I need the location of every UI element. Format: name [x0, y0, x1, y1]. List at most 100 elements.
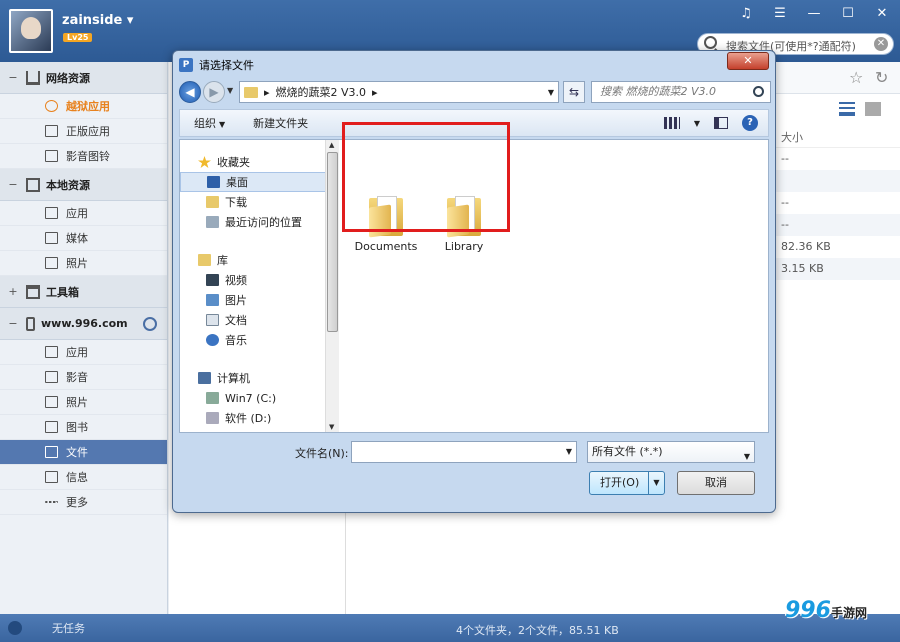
video-icon	[206, 274, 219, 286]
sidebar-item-device-files[interactable]: 文件	[0, 440, 167, 465]
help-icon[interactable]: ?	[742, 115, 758, 131]
watermark-logo: 996手游网	[785, 598, 867, 623]
file-size-list: -- -- -- 82.36 KB 3.15 KB	[776, 148, 900, 280]
computer-icon	[198, 372, 211, 384]
column-header-size[interactable]: 大小	[776, 128, 900, 148]
sidebar: − 网络资源 越狱应用 正版应用 影音图铃 − 本地资源 应用 媒体 照片 + …	[0, 62, 168, 614]
change-view-icon[interactable]	[663, 117, 680, 129]
address-dropdown-icon[interactable]: ▼	[548, 88, 554, 97]
sidebar-item-local-photos[interactable]: 照片	[0, 251, 167, 276]
dialog-search-input[interactable]: 搜索 燃烧的蔬菜2 V3.0	[591, 81, 771, 103]
tree-documents[interactable]: 文档	[180, 310, 332, 330]
filename-dropdown-icon[interactable]: ▼	[566, 447, 572, 456]
tree-scrollbar[interactable]: ▲ ▼	[325, 140, 339, 432]
music-icon[interactable]: ♫	[738, 6, 754, 21]
tree-drive-c[interactable]: Win7 (C:)	[180, 388, 332, 408]
clear-icon[interactable]: ✕	[874, 37, 888, 51]
star-icon[interactable]: ☆	[849, 68, 863, 87]
video-icon	[45, 232, 58, 244]
level-badge: Lv25	[63, 33, 93, 42]
sidebar-group-toolbox[interactable]: + 工具箱	[0, 276, 167, 308]
tree-favorites[interactable]: 收藏夹	[180, 152, 332, 172]
sidebar-item-device-apps[interactable]: 应用	[0, 340, 167, 365]
tree-libraries[interactable]: 库	[180, 250, 332, 270]
close-icon[interactable]: ✕	[874, 6, 890, 21]
photo-icon	[45, 396, 58, 408]
message-icon	[45, 471, 58, 483]
status-summary: 4个文件夹，2个文件，85.51 KB	[456, 624, 619, 637]
highlight-annotation	[342, 122, 510, 232]
preview-pane-icon[interactable]	[714, 117, 728, 129]
address-bar[interactable]: ▸ 燃烧的蔬菜2 V3.0 ▸ ▼	[239, 81, 559, 103]
tree-drive-d[interactable]: 软件 (D:)	[180, 408, 332, 428]
sidebar-item-device-media[interactable]: 影音	[0, 365, 167, 390]
sidebar-item-local-media[interactable]: 媒体	[0, 226, 167, 251]
refresh-icon[interactable]: ↻	[875, 68, 888, 87]
tree-music[interactable]: 音乐	[180, 330, 332, 350]
breadcrumb-folder[interactable]: 燃烧的蔬菜2 V3.0	[276, 84, 367, 100]
grid-view-icon[interactable]	[865, 102, 881, 116]
app-icon: P	[179, 58, 193, 72]
search-icon	[704, 36, 717, 49]
table-row[interactable]	[776, 170, 900, 192]
drive-icon	[206, 412, 219, 424]
view-dropdown-icon[interactable]: ▼	[694, 119, 700, 128]
sidebar-group-device[interactable]: − www.996.com	[0, 308, 167, 340]
tree-desktop[interactable]: 桌面	[180, 172, 332, 192]
download-icon	[8, 621, 22, 635]
table-row[interactable]: 3.15 KB	[776, 258, 900, 280]
scrollbar-thumb[interactable]	[327, 152, 338, 332]
sidebar-item-local-apps[interactable]: 应用	[0, 201, 167, 226]
sidebar-item-device-books[interactable]: 图书	[0, 415, 167, 440]
refresh-button[interactable]: ⇆	[563, 81, 585, 103]
library-icon	[198, 254, 211, 266]
minimize-icon[interactable]: —	[806, 6, 822, 21]
download-folder-icon	[206, 196, 219, 208]
toolbox-icon	[26, 284, 40, 299]
history-dropdown-icon[interactable]: ▼	[227, 86, 233, 95]
grid-icon	[45, 346, 58, 358]
sidebar-item-device-messages[interactable]: 信息	[0, 465, 167, 490]
menu-icon[interactable]: ☰	[772, 6, 788, 21]
tree-computer[interactable]: 计算机	[180, 368, 332, 388]
sidebar-item-jailbreak-apps[interactable]: 越狱应用	[0, 94, 167, 119]
tree-recent-places[interactable]: 最近访问的位置	[180, 212, 332, 232]
dialog-close-button[interactable]: ✕	[727, 52, 769, 70]
sidebar-group-network[interactable]: − 网络资源	[0, 62, 167, 94]
phone-icon	[26, 316, 35, 331]
star-icon	[198, 156, 211, 168]
avatar[interactable]	[9, 9, 53, 53]
music-icon	[206, 334, 219, 346]
file-type-select[interactable]: 所有文件 (*.*) ▼	[587, 441, 755, 463]
table-row[interactable]: 82.36 KB	[776, 236, 900, 258]
app-icon	[45, 125, 58, 137]
picture-icon	[206, 294, 219, 306]
video-icon	[45, 371, 58, 383]
cancel-button[interactable]: 取消	[677, 471, 755, 495]
filename-input[interactable]: ▼	[351, 441, 577, 463]
table-row[interactable]: --	[776, 148, 900, 170]
table-row[interactable]: --	[776, 214, 900, 236]
new-folder-button[interactable]: 新建文件夹	[239, 115, 322, 131]
tree-videos[interactable]: 视频	[180, 270, 332, 290]
maximize-icon[interactable]: ☐	[840, 6, 856, 21]
sidebar-item-media-ringtones[interactable]: 影音图铃	[0, 144, 167, 169]
open-options-dropdown[interactable]: ▼	[648, 472, 664, 494]
check-circle-icon	[143, 316, 157, 331]
tree-downloads[interactable]: 下载	[180, 192, 332, 212]
tree-pictures[interactable]: 图片	[180, 290, 332, 310]
table-row[interactable]: --	[776, 192, 900, 214]
sidebar-group-local[interactable]: − 本地资源	[0, 169, 167, 201]
open-button[interactable]: 打开(O) ▼	[589, 471, 665, 495]
back-button[interactable]: ◀	[179, 81, 201, 103]
task-status[interactable]: 无任务	[8, 620, 85, 636]
username[interactable]: zainside ▾	[62, 13, 133, 28]
sidebar-item-official-apps[interactable]: 正版应用	[0, 119, 167, 144]
list-view-icon[interactable]	[839, 102, 855, 116]
folder-icon	[244, 86, 258, 98]
organize-button[interactable]: 组织 ▼	[180, 115, 239, 131]
home-icon	[26, 70, 40, 85]
forward-button[interactable]: ▶	[203, 81, 225, 103]
sidebar-item-device-photos[interactable]: 照片	[0, 390, 167, 415]
sidebar-item-device-more[interactable]: 更多	[0, 490, 167, 515]
